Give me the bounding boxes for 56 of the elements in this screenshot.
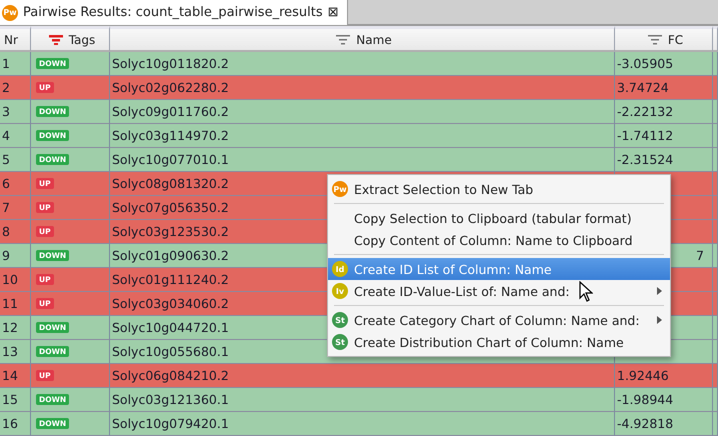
submenu-arrow-icon — [657, 287, 662, 295]
app-icon: Pw — [2, 4, 18, 20]
header-label: Nr — [4, 32, 18, 46]
table-cell: 15 — [0, 388, 31, 412]
table-cell: 2 — [0, 76, 31, 100]
table-cell: 3.74724 — [615, 76, 713, 100]
menu-icon: Id — [332, 261, 348, 277]
table-cell: Solyc03g121360.1 — [110, 388, 615, 412]
table-cell: 8 — [0, 220, 31, 244]
table-cell: 11 — [0, 292, 31, 316]
menu-icon: Pw — [332, 181, 348, 197]
table-cell: 12 — [0, 316, 31, 340]
header-label: Tags — [68, 32, 96, 46]
table-cell: 3 — [0, 100, 31, 124]
table-cell: 10 — [0, 268, 31, 292]
submenu-arrow-icon — [657, 316, 662, 324]
table-cell: 9 — [0, 244, 31, 268]
table-cell: Solyc10g077010.1 — [110, 148, 615, 172]
table-cell: Solyc09g011760.2 — [110, 100, 615, 124]
column-header[interactable] — [713, 26, 718, 52]
filter-icon[interactable] — [48, 34, 63, 44]
mouse-cursor-icon — [579, 281, 593, 302]
table-cell: -1.74112 — [615, 124, 713, 148]
editor-tab[interactable]: Pw Pairwise Results: count_table_pairwise_results ⊠ — [0, 0, 348, 25]
table-cell: Solyc10g011820.2 — [110, 52, 615, 76]
table-cell: Solyc10g079420.1 — [110, 412, 615, 436]
table-cell: -2.22132 — [615, 100, 713, 124]
column-header[interactable]: Nr — [0, 26, 31, 52]
column-header[interactable]: Name — [110, 26, 615, 52]
table-cell: Solyc02g062280.2 — [110, 76, 615, 100]
table-cell: 16 — [0, 412, 31, 436]
table-cell: 14 — [0, 364, 31, 388]
table-cell: Solyc03g114970.2 — [110, 124, 615, 148]
header-label: Name — [356, 32, 392, 46]
column-header[interactable]: FC — [615, 26, 713, 52]
column-header[interactable]: Tags — [31, 26, 110, 52]
header-label: FC — [668, 32, 684, 46]
table-cell: -3.05905 — [615, 52, 713, 76]
filter-icon[interactable] — [648, 34, 662, 44]
table-cell: Solyc06g084210.2 — [110, 364, 615, 388]
table-cell: 4 — [0, 124, 31, 148]
table-cell: 1 — [0, 52, 31, 76]
tab-title: Pairwise Results: count_table_pairwise_results — [23, 5, 323, 20]
menu-icon: St — [332, 312, 348, 328]
table-cell: -1.98944 — [615, 388, 713, 412]
menu-icon: St — [332, 334, 348, 350]
menu-icon: Iv — [332, 283, 348, 299]
table-cell: 6 — [0, 172, 31, 196]
table-cell: 5 — [0, 148, 31, 172]
close-icon[interactable]: ⊠ — [328, 5, 339, 20]
filter-icon[interactable] — [336, 34, 350, 44]
table-cell: 1.92446 — [615, 364, 713, 388]
table-cell: 7 — [0, 196, 31, 220]
table-cell: 13 — [0, 340, 31, 364]
table-cell: -4.92818 — [615, 412, 713, 436]
table-cell: -2.31524 — [615, 148, 713, 172]
